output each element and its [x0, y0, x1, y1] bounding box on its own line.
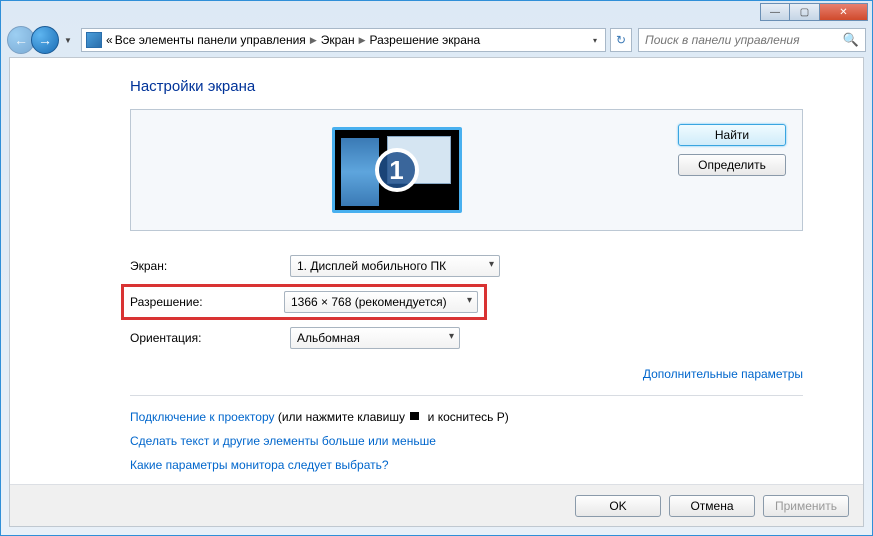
refresh-icon: ↻: [616, 33, 626, 47]
address-bar: ← → ▼ « Все элементы панели управления ▶…: [1, 23, 872, 57]
orientation-row: Ориентация: Альбомная: [130, 327, 803, 349]
display-label: Экран:: [130, 259, 290, 273]
orientation-select[interactable]: Альбомная: [290, 327, 460, 349]
projector-text-b: и коснитесь P): [424, 410, 508, 424]
chevron-right-icon: ▶: [357, 35, 368, 46]
display-row: Экран: 1. Дисплей мобильного ПК: [130, 255, 803, 277]
which-monitor-link[interactable]: Какие параметры монитора следует выбрать…: [130, 458, 389, 472]
monitor-preview-panel: 1 Найти Определить: [130, 109, 803, 231]
monitor-number-badge: 1: [375, 148, 419, 192]
main-content: Настройки экрана 1 Найти Определить Экра…: [10, 58, 863, 484]
window-frame: — ▢ ✕ ← → ▼ « Все элементы панели управл…: [0, 0, 873, 536]
refresh-button[interactable]: ↻: [610, 28, 632, 52]
nav-forward-button[interactable]: →: [31, 26, 59, 54]
breadcrumb-item-3[interactable]: Разрешение экрана: [370, 33, 481, 47]
textsize-link[interactable]: Сделать текст и другие элементы больше и…: [130, 434, 436, 448]
advanced-link-row: Дополнительные параметры: [130, 367, 803, 381]
identify-button[interactable]: Определить: [678, 154, 786, 176]
search-input[interactable]: [645, 33, 843, 47]
breadcrumb-item-2[interactable]: Экран: [321, 33, 355, 47]
monitor-icon[interactable]: 1: [332, 127, 462, 213]
find-button[interactable]: Найти: [678, 124, 786, 146]
apply-button[interactable]: Применить: [763, 495, 849, 517]
resolution-row: Разрешение: 1366 × 768 (рекомендуется): [124, 287, 484, 317]
breadcrumb-dropdown-icon[interactable]: ▾: [589, 36, 601, 45]
windows-key-icon: [410, 412, 422, 424]
panel-buttons: Найти Определить: [662, 110, 802, 190]
separator: [130, 395, 803, 396]
orientation-label: Ориентация:: [130, 331, 290, 345]
close-button[interactable]: ✕: [820, 3, 868, 21]
page-title: Настройки экрана: [130, 78, 803, 95]
arrow-left-icon: ←: [14, 32, 28, 48]
arrow-right-icon: →: [38, 32, 52, 48]
maximize-button[interactable]: ▢: [790, 3, 820, 21]
display-select[interactable]: 1. Дисплей мобильного ПК: [290, 255, 500, 277]
content-area: Настройки экрана 1 Найти Определить Экра…: [9, 57, 864, 527]
nav-buttons: ← → ▼: [7, 26, 75, 54]
help-links: Подключение к проектору (или нажмите кла…: [130, 410, 803, 472]
breadcrumb-item-1[interactable]: Все элементы панели управления: [115, 33, 306, 47]
titlebar: — ▢ ✕: [1, 1, 872, 23]
search-icon[interactable]: 🔍: [843, 32, 859, 48]
advanced-settings-link[interactable]: Дополнительные параметры: [643, 367, 803, 381]
breadcrumb[interactable]: « Все элементы панели управления ▶ Экран…: [81, 28, 606, 52]
projector-link[interactable]: Подключение к проектору: [130, 410, 275, 424]
cancel-button[interactable]: Отмена: [669, 495, 755, 517]
textsize-line: Сделать текст и другие элементы больше и…: [130, 434, 803, 448]
minimize-button[interactable]: —: [760, 3, 790, 21]
projector-text-a: (или нажмите клавишу: [275, 410, 409, 424]
control-panel-icon: [86, 32, 102, 48]
which-monitor-line: Какие параметры монитора следует выбрать…: [130, 458, 803, 472]
resolution-select[interactable]: 1366 × 768 (рекомендуется): [284, 291, 478, 313]
monitor-preview-area[interactable]: 1: [131, 127, 662, 213]
chevron-right-icon: ▶: [308, 35, 319, 46]
projector-line: Подключение к проектору (или нажмите кла…: [130, 410, 803, 424]
window-controls: — ▢ ✕: [760, 3, 868, 21]
nav-history-dropdown[interactable]: ▼: [61, 30, 75, 50]
breadcrumb-prefix: «: [106, 33, 113, 47]
resolution-label: Разрешение:: [130, 295, 284, 309]
ok-button[interactable]: OK: [575, 495, 661, 517]
search-box: 🔍: [638, 28, 866, 52]
dialog-button-bar: OK Отмена Применить: [10, 484, 863, 526]
